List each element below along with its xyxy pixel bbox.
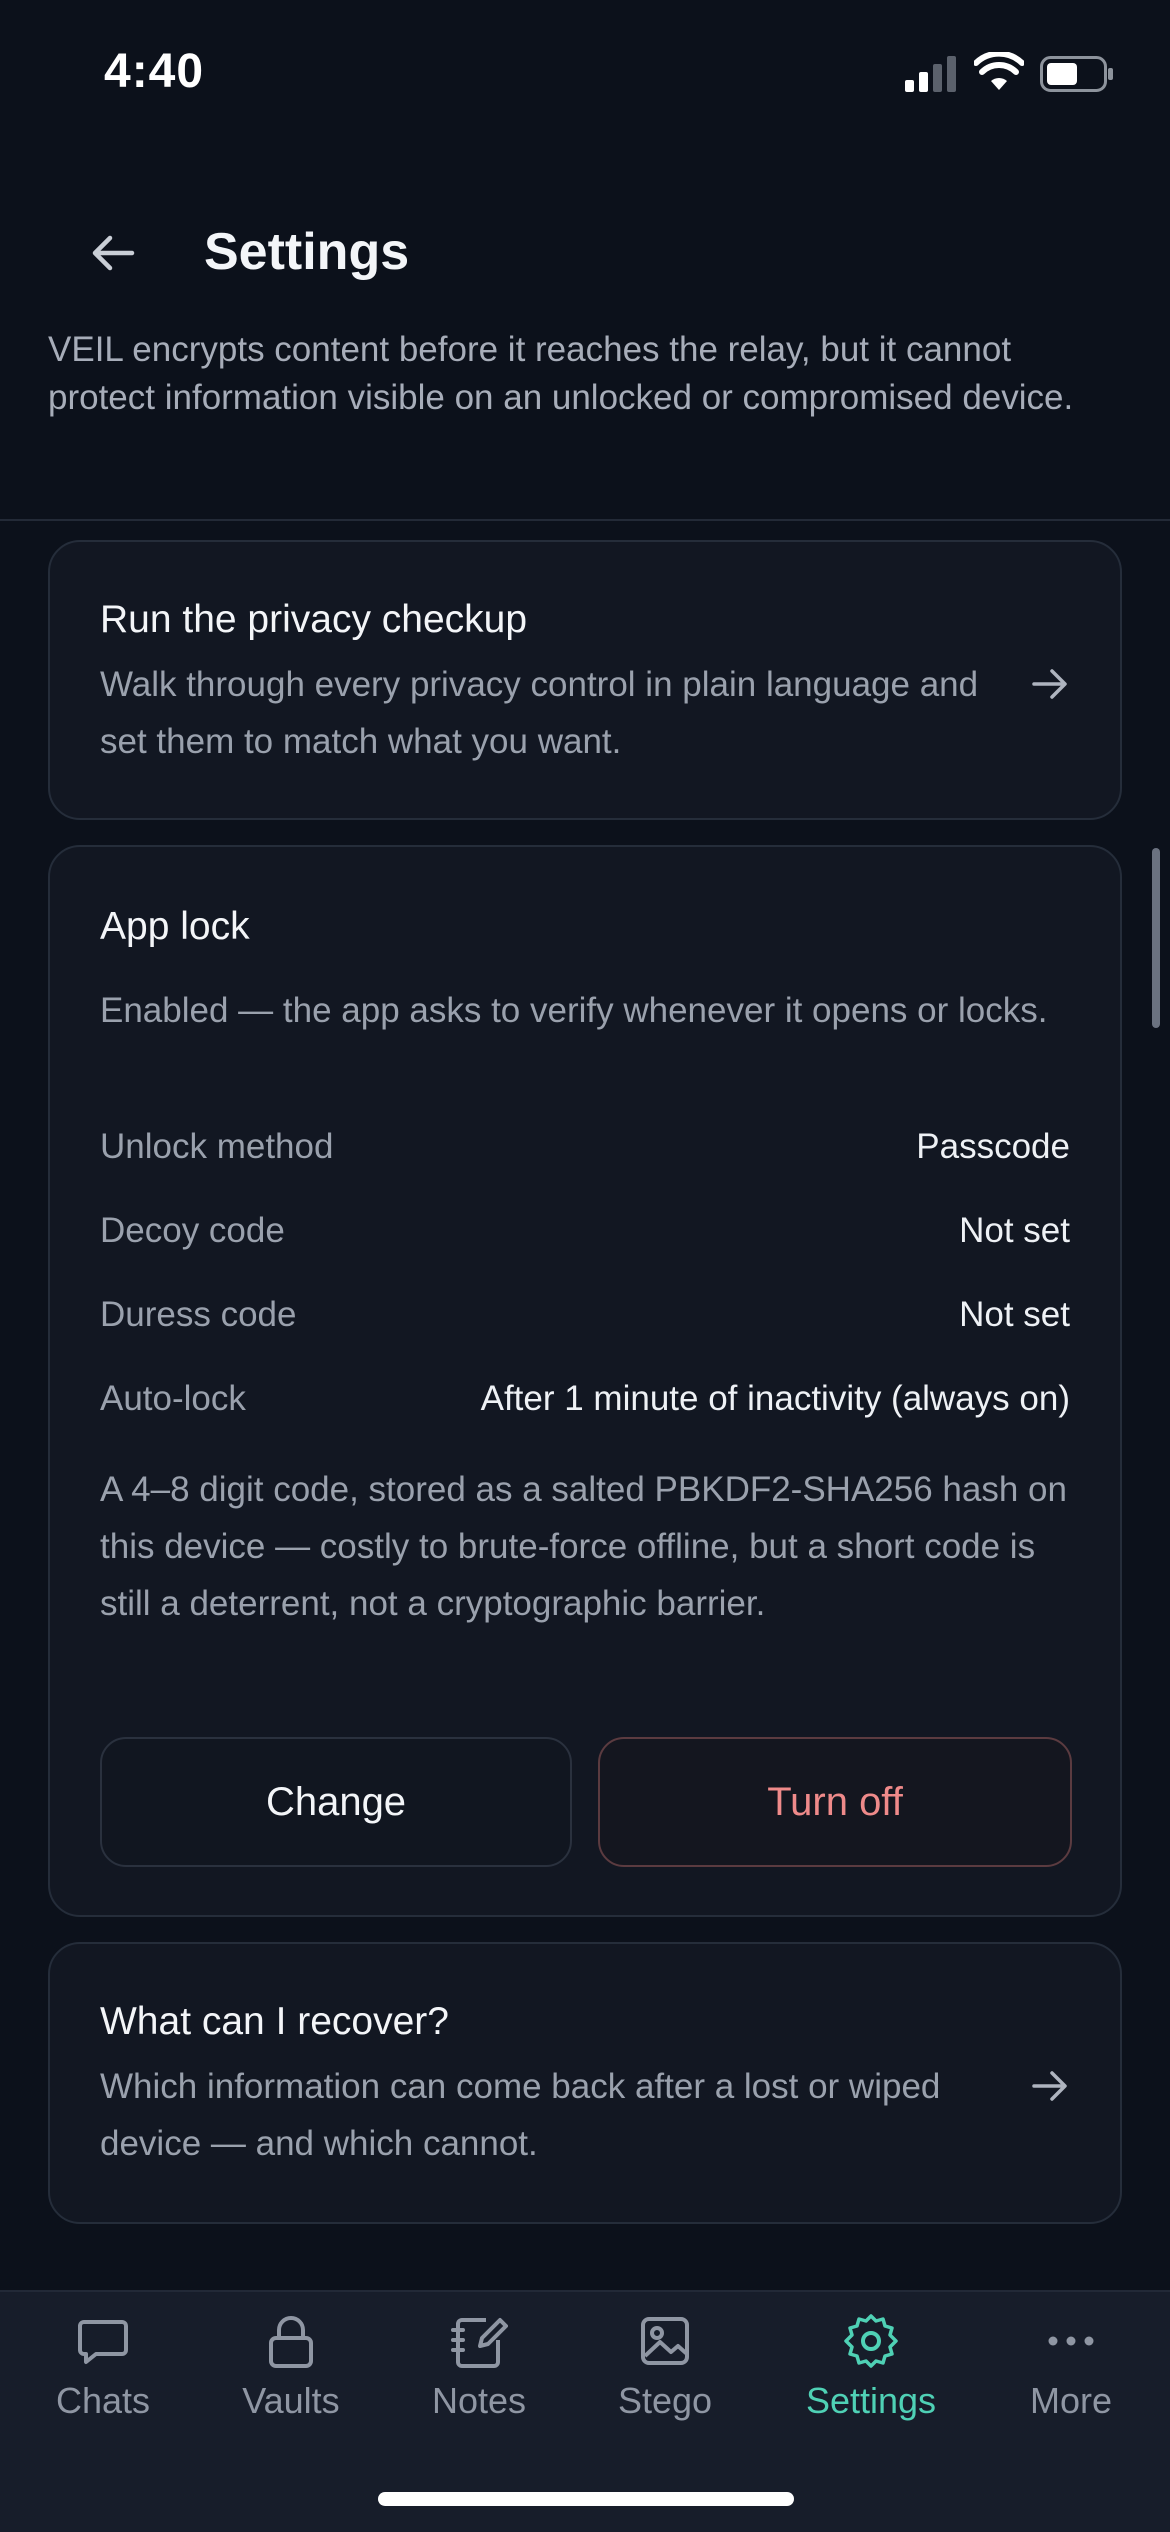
auto-lock-label: Auto-lock bbox=[100, 1379, 246, 1418]
turn-off-button[interactable]: Turn off bbox=[598, 1737, 1072, 1867]
arrow-right-icon bbox=[1032, 2071, 1067, 2101]
privacy-checkup-subtitle: Walk through every privacy control in pl… bbox=[100, 665, 979, 761]
duress-code-label: Duress code bbox=[100, 1295, 297, 1334]
tab-label: Chats bbox=[55, 2380, 151, 2421]
unlock-method-label: Unlock method bbox=[100, 1127, 334, 1166]
wifi-icon bbox=[974, 52, 1024, 90]
tab-vaults[interactable]: Vaults bbox=[196, 2300, 386, 2440]
arrow-right-icon bbox=[1032, 669, 1067, 699]
duress-code-value: Not set bbox=[959, 1295, 1070, 1334]
back-arrow-icon[interactable] bbox=[88, 228, 138, 278]
decoy-code-value: Not set bbox=[959, 1211, 1070, 1250]
battery-icon bbox=[1040, 56, 1113, 92]
recover-title: What can I recover? bbox=[100, 2000, 449, 2043]
tab-settings[interactable]: Settings bbox=[776, 2300, 966, 2440]
more-dots-icon bbox=[1048, 2336, 1094, 2346]
tab-stego[interactable]: Stego bbox=[570, 2300, 760, 2440]
scrollbar[interactable] bbox=[1152, 848, 1160, 1028]
tab-label: Notes bbox=[431, 2380, 527, 2421]
cellular-signal-icon bbox=[905, 56, 956, 92]
header-divider bbox=[0, 519, 1170, 521]
tab-label: More bbox=[1029, 2380, 1113, 2421]
tab-chats[interactable]: Chats bbox=[8, 2300, 198, 2440]
page-title: Settings bbox=[204, 223, 410, 281]
unlock-method-value: Passcode bbox=[916, 1127, 1070, 1166]
tab-label: Vaults bbox=[242, 2380, 340, 2421]
status-time: 4:40 bbox=[104, 45, 205, 98]
app-lock-status: Enabled — the app asks to verify wheneve… bbox=[100, 991, 1048, 1030]
lock-icon bbox=[269, 2316, 313, 2368]
auto-lock-value: After 1 minute of inactivity (always on) bbox=[480, 1379, 1070, 1418]
app-lock-title: App lock bbox=[100, 905, 250, 948]
home-indicator bbox=[378, 2492, 794, 2506]
recover-subtitle: Which information can come back after a … bbox=[100, 2067, 941, 2163]
image-icon bbox=[641, 2317, 689, 2365]
intro-text: VEIL encrypts content before it reaches … bbox=[48, 330, 1074, 417]
privacy-checkup-title: Run the privacy checkup bbox=[100, 598, 528, 641]
tab-label: Stego bbox=[617, 2380, 713, 2421]
tab-notes[interactable]: Notes bbox=[384, 2300, 574, 2440]
tab-label: Settings bbox=[805, 2380, 937, 2421]
tab-more[interactable]: More bbox=[976, 2300, 1166, 2440]
decoy-code-label: Decoy code bbox=[100, 1211, 285, 1250]
privacy-checkup-card[interactable]: Run the privacy checkup Walk through eve… bbox=[48, 540, 1122, 820]
gear-icon bbox=[844, 2314, 898, 2368]
chat-bubble-icon bbox=[78, 2320, 128, 2364]
recover-card[interactable]: What can I recover? Which information ca… bbox=[48, 1942, 1122, 2224]
passcode-note: A 4–8 digit code, stored as a salted PBK… bbox=[100, 1470, 1067, 1623]
app-lock-card: App lock Enabled — the app asks to verif… bbox=[48, 845, 1122, 1917]
change-passcode-button[interactable]: Change bbox=[100, 1737, 572, 1867]
notes-icon bbox=[451, 2318, 508, 2368]
